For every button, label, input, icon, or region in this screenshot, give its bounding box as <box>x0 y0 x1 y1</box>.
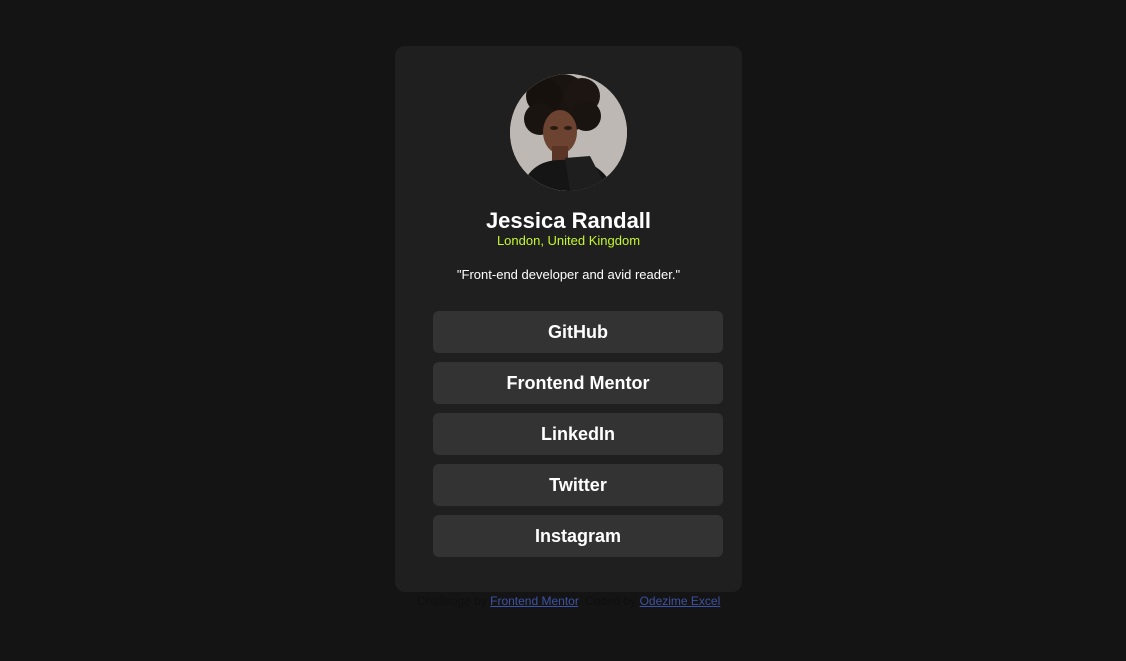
author-link[interactable]: Odezime Excel <box>640 594 721 608</box>
attribution: Challenge by Frontend Mentor. Coded by O… <box>395 594 742 609</box>
linkedin-link-button[interactable]: LinkedIn <box>433 413 723 455</box>
frontend-mentor-link-button[interactable]: Frontend Mentor <box>433 362 723 404</box>
profile-location: London, United Kingdom <box>496 233 641 248</box>
social-links-list: GitHub Frontend Mentor LinkedIn Twitter … <box>433 311 723 566</box>
profile-photo-icon <box>510 74 627 191</box>
frontend-mentor-link[interactable]: Frontend Mentor <box>490 594 578 608</box>
instagram-link-button[interactable]: Instagram <box>433 515 723 557</box>
twitter-link-button[interactable]: Twitter <box>433 464 723 506</box>
attribution-prefix: Challenge by <box>416 594 487 608</box>
avatar <box>510 74 627 191</box>
attribution-separator: . Coded by <box>578 594 637 608</box>
profile-bio: "Front-end developer and avid reader." <box>456 267 681 282</box>
profile-card: Jessica Randall London, United Kingdom "… <box>395 46 742 592</box>
github-link-button[interactable]: GitHub <box>433 311 723 353</box>
profile-name: Jessica Randall <box>485 208 652 233</box>
